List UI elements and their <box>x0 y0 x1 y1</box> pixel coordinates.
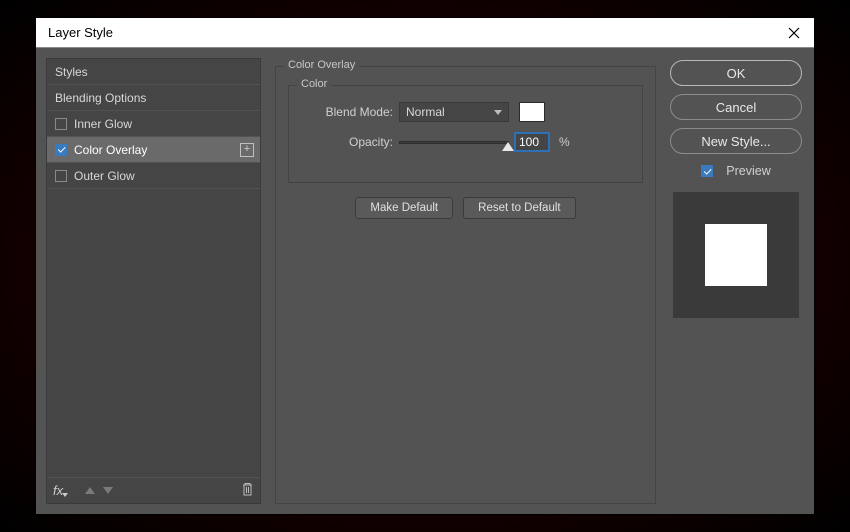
preview-label: Preview <box>726 164 770 178</box>
checkbox-inner-glow[interactable] <box>55 118 67 130</box>
style-item-label: Color Overlay <box>74 143 147 157</box>
opacity-label: Opacity: <box>301 135 393 149</box>
color-group: Color Blend Mode: Normal Opacity: <box>288 85 643 183</box>
close-button[interactable] <box>786 25 802 41</box>
ok-button[interactable]: OK <box>670 60 802 86</box>
close-icon <box>788 27 800 39</box>
move-down-icon[interactable] <box>103 487 113 494</box>
style-item-outer-glow[interactable]: Outer Glow <box>47 163 260 189</box>
layer-style-dialog: Layer Style Styles Blending Options Inne… <box>35 17 815 515</box>
checkbox-outer-glow[interactable] <box>55 170 67 182</box>
overlay-color-swatch[interactable] <box>519 102 545 122</box>
style-item-label: Outer Glow <box>74 169 135 183</box>
styles-footer: fx <box>47 477 260 503</box>
styles-header[interactable]: Styles <box>47 59 260 85</box>
styles-header-label: Styles <box>55 65 88 79</box>
color-overlay-section: Color Overlay Color Blend Mode: Normal O… <box>275 66 656 504</box>
styles-list: Styles Blending Options Inner Glow Color… <box>47 59 260 477</box>
trash-icon <box>241 482 254 496</box>
dialog-title: Layer Style <box>48 25 786 40</box>
fx-menu-icon[interactable]: fx <box>53 483 63 498</box>
style-item-label: Blending Options <box>55 91 146 105</box>
group-title: Color <box>297 78 331 90</box>
slider-thumb-icon[interactable] <box>502 142 514 151</box>
style-item-inner-glow[interactable]: Inner Glow <box>47 111 260 137</box>
dialog-body: Styles Blending Options Inner Glow Color… <box>36 48 814 514</box>
preview-box <box>673 192 799 318</box>
opacity-input[interactable]: 100 <box>515 133 549 151</box>
delete-style-button[interactable] <box>241 482 254 499</box>
percent-suffix: % <box>559 135 570 149</box>
blend-mode-row: Blend Mode: Normal <box>301 100 630 124</box>
reset-default-button[interactable]: Reset to Default <box>463 197 575 219</box>
section-title: Color Overlay <box>284 59 359 71</box>
styles-panel: Styles Blending Options Inner Glow Color… <box>46 58 261 504</box>
opacity-value: 100 <box>519 135 539 149</box>
default-buttons-row: Make Default Reset to Default <box>288 197 643 219</box>
preview-checkbox[interactable] <box>701 165 713 177</box>
settings-panel: Color Overlay Color Blend Mode: Normal O… <box>275 58 656 504</box>
style-item-color-overlay[interactable]: Color Overlay + <box>47 137 260 163</box>
titlebar: Layer Style <box>36 18 814 48</box>
move-up-icon[interactable] <box>85 487 95 494</box>
blend-mode-value: Normal <box>406 105 445 119</box>
opacity-slider[interactable] <box>399 141 509 144</box>
add-effect-button[interactable]: + <box>240 143 254 157</box>
cancel-button[interactable]: Cancel <box>670 94 802 120</box>
make-default-button[interactable]: Make Default <box>355 197 453 219</box>
preview-toggle-row: Preview <box>670 164 802 178</box>
blend-mode-label: Blend Mode: <box>301 105 393 119</box>
preview-thumbnail <box>705 224 767 286</box>
new-style-button[interactable]: New Style... <box>670 128 802 154</box>
action-panel: OK Cancel New Style... Preview <box>670 58 802 504</box>
blend-mode-select[interactable]: Normal <box>399 102 509 122</box>
style-item-blending-options[interactable]: Blending Options <box>47 85 260 111</box>
checkbox-color-overlay[interactable] <box>55 144 67 156</box>
style-item-label: Inner Glow <box>74 117 132 131</box>
opacity-row: Opacity: 100 % <box>301 130 630 154</box>
